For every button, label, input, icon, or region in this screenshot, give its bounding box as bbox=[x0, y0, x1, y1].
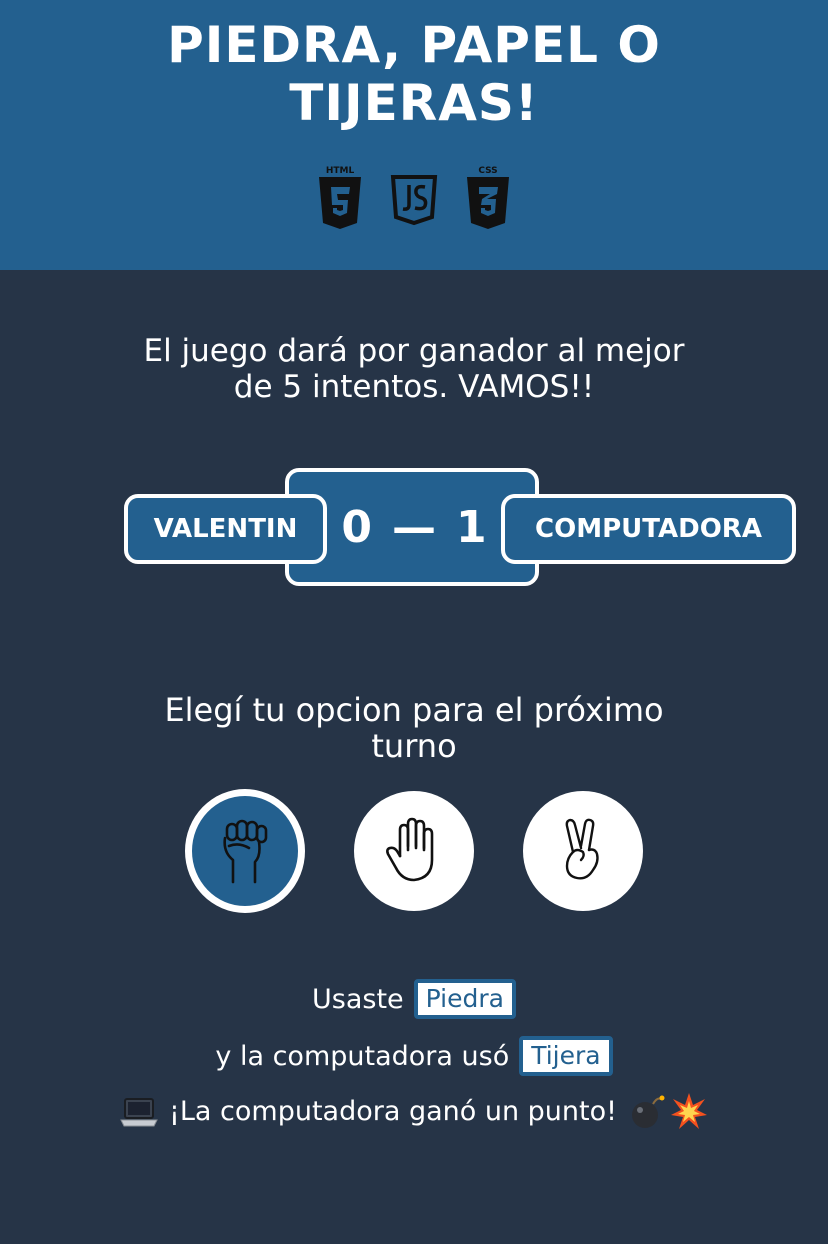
computer-name: COMPUTADORA bbox=[535, 514, 762, 544]
score-separator: — bbox=[392, 501, 436, 553]
prompt-line-2: turno bbox=[371, 727, 457, 765]
player-score: 0 bbox=[341, 501, 372, 553]
player-name-box: VALENTIN bbox=[124, 494, 327, 564]
player-name: VALENTIN bbox=[153, 514, 298, 544]
intro-line-2: de 5 intentos. VAMOS!! bbox=[233, 369, 595, 405]
computer-score: 1 bbox=[456, 501, 487, 553]
result-message-line: ¡La computadora ganó un punto! bbox=[0, 1090, 828, 1132]
prompt-line-1: Elegí tu opcion para el próximo bbox=[164, 691, 664, 729]
page-title: PIEDRA, PAPEL O TIJERAS! bbox=[0, 16, 828, 132]
laptop-icon bbox=[120, 1098, 158, 1127]
title-line-1: PIEDRA, PAPEL O bbox=[167, 16, 661, 74]
intro-line-1: El juego dará por ganador al mejor bbox=[143, 333, 685, 369]
computer-name-box: COMPUTADORA bbox=[501, 494, 796, 564]
player-choice-prefix: Usaste bbox=[312, 983, 404, 1015]
tech-icons: HTML CSS bbox=[0, 163, 828, 231]
bomb-icon bbox=[631, 1095, 665, 1128]
result-message: ¡La computadora ganó un punto! bbox=[169, 1095, 617, 1127]
computer-choice-prefix: y la computadora usó bbox=[215, 1040, 510, 1072]
title-line-2: TIJERAS! bbox=[289, 74, 539, 132]
css3-label: CSS bbox=[478, 166, 497, 176]
scissors-button[interactable] bbox=[523, 791, 643, 911]
html5-icon: HTML bbox=[319, 166, 361, 229]
computer-choice-line: y la computadora usó Tijera bbox=[0, 1035, 828, 1077]
computer-choice-badge: Tijera bbox=[519, 1036, 613, 1076]
js-icon bbox=[390, 175, 438, 226]
header: PIEDRA, PAPEL O TIJERAS! HTML CSS bbox=[0, 0, 828, 270]
collision-icon bbox=[670, 1093, 707, 1129]
score-display: 0 — 1 bbox=[327, 494, 501, 560]
paper-button[interactable] bbox=[354, 791, 474, 911]
player-choice-badge: Piedra bbox=[413, 979, 516, 1019]
rock-button[interactable] bbox=[185, 789, 305, 913]
player-choice-line: Usaste Piedra bbox=[0, 978, 828, 1020]
css3-icon: CSS bbox=[467, 166, 509, 229]
html5-label: HTML bbox=[326, 166, 355, 176]
fist-icon bbox=[223, 819, 268, 884]
intro-text: El juego dará por ganador al mejor de 5 … bbox=[0, 333, 828, 405]
open-hand-icon bbox=[386, 817, 434, 882]
victory-hand-icon bbox=[565, 818, 599, 880]
choice-prompt: Elegí tu opcion para el próximo turno bbox=[0, 692, 828, 764]
